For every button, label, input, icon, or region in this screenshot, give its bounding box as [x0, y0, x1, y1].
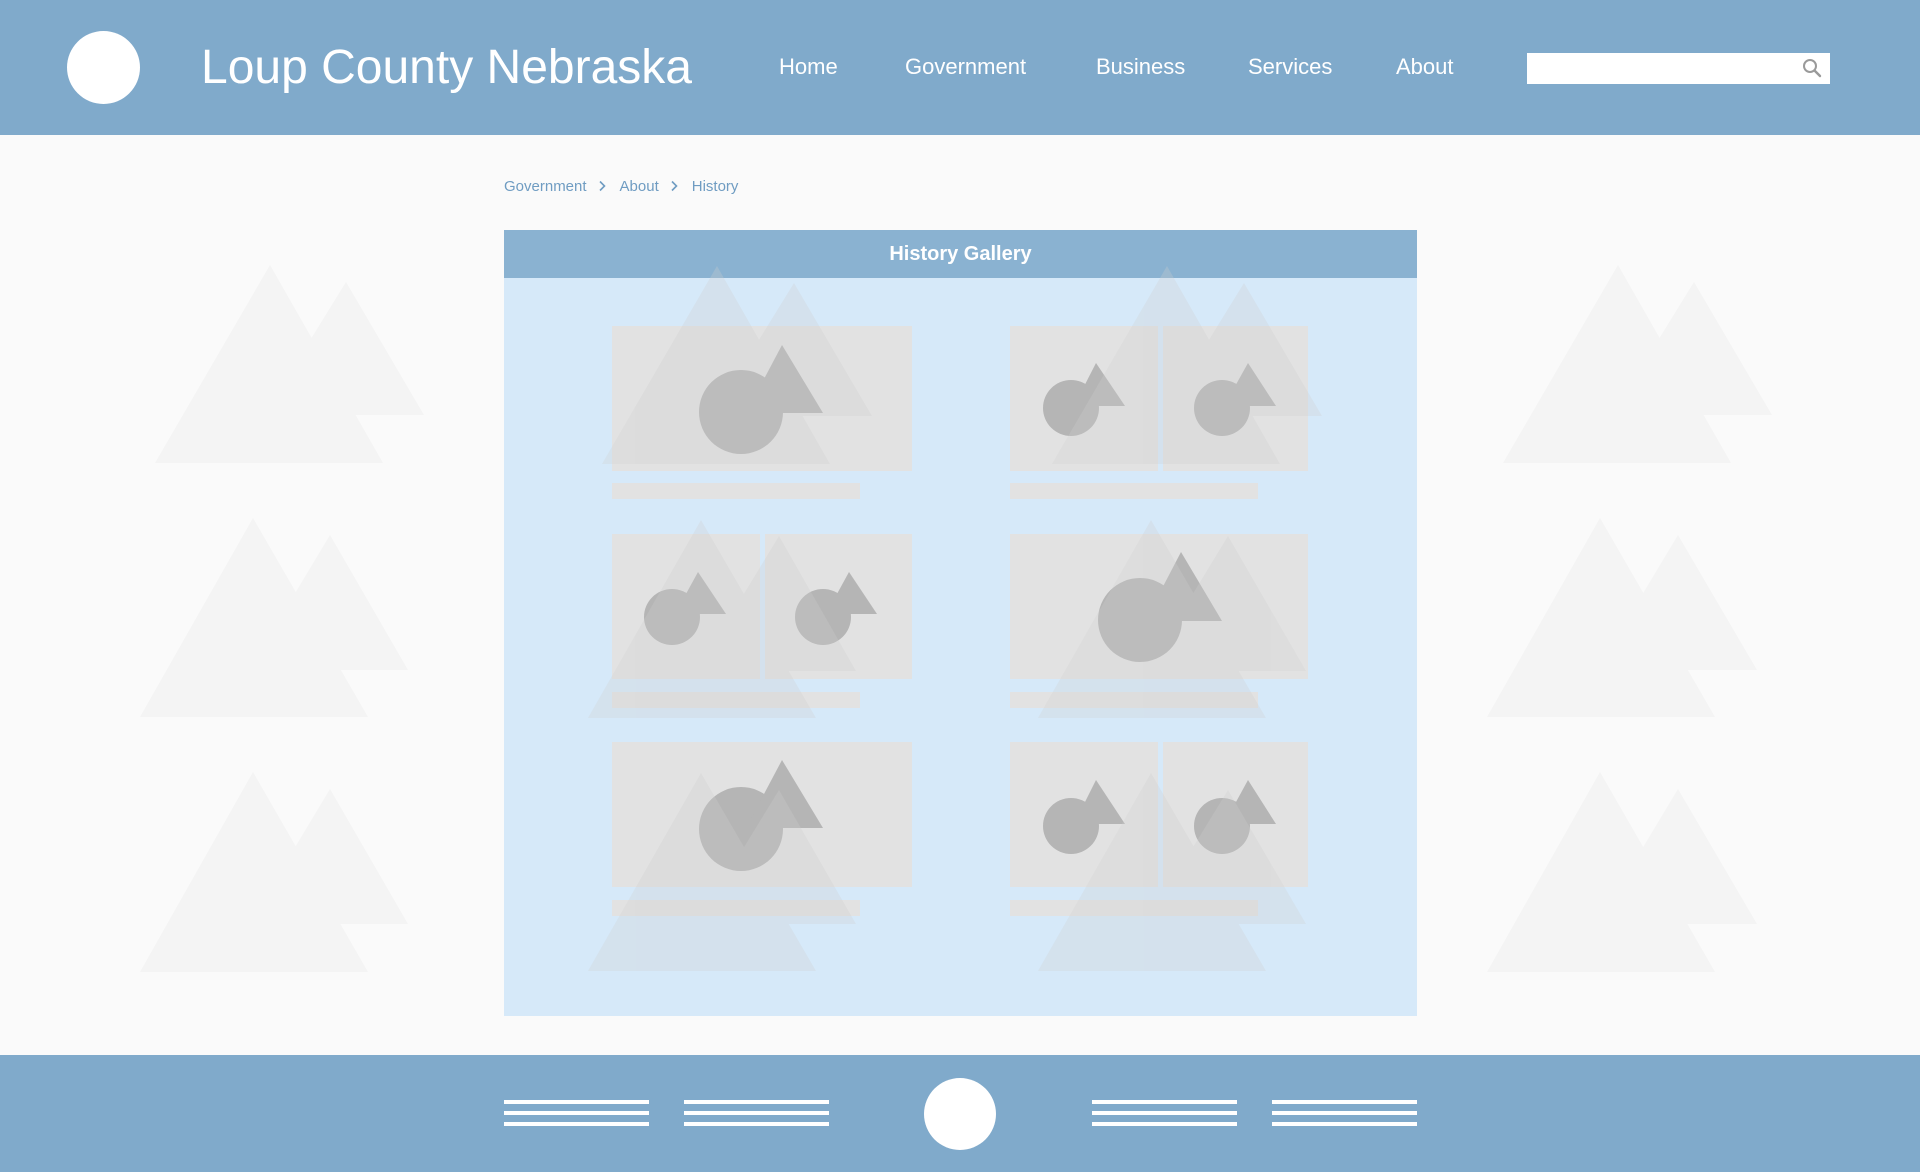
breadcrumb-government[interactable]: Government [504, 178, 587, 195]
history-gallery: History Gallery [504, 230, 1417, 1016]
footer-links-1[interactable] [504, 1100, 649, 1126]
site-header: Loup County Nebraska Home Government Bus… [0, 0, 1920, 135]
gallery-title: History Gallery [504, 230, 1417, 278]
decor-triangles-left-1 [155, 265, 424, 463]
search-input[interactable] [1527, 53, 1792, 84]
site-logo[interactable] [67, 31, 140, 104]
decor-triangles-right-3 [1487, 772, 1757, 972]
nav-about[interactable]: About [1396, 52, 1454, 82]
footer-links-2[interactable] [684, 1100, 829, 1126]
footer-links-4[interactable] [1272, 1100, 1417, 1126]
page: Loup County Nebraska Home Government Bus… [0, 0, 1920, 1172]
decor-triangles-right-2 [1487, 518, 1757, 717]
breadcrumb: Government About History [504, 176, 738, 196]
decor-triangles-right-1 [1503, 265, 1772, 463]
site-title[interactable]: Loup County Nebraska [201, 38, 692, 98]
nav-services[interactable]: Services [1248, 52, 1332, 82]
search-box [1527, 53, 1830, 84]
site-footer [0, 1055, 1920, 1172]
breadcrumb-about[interactable]: About [620, 178, 659, 195]
search-icon[interactable] [1801, 57, 1823, 79]
nav-business[interactable]: Business [1096, 52, 1185, 82]
nav-government[interactable]: Government [905, 52, 1026, 82]
chevron-right-icon [671, 180, 678, 192]
breadcrumb-history: History [691, 177, 739, 195]
decor-triangles-left-2 [140, 518, 408, 717]
nav-home[interactable]: Home [779, 52, 838, 82]
footer-links-3[interactable] [1092, 1100, 1237, 1126]
footer-logo[interactable] [924, 1078, 996, 1150]
chevron-right-icon [598, 180, 606, 192]
decor-triangles-left-3 [140, 772, 408, 972]
